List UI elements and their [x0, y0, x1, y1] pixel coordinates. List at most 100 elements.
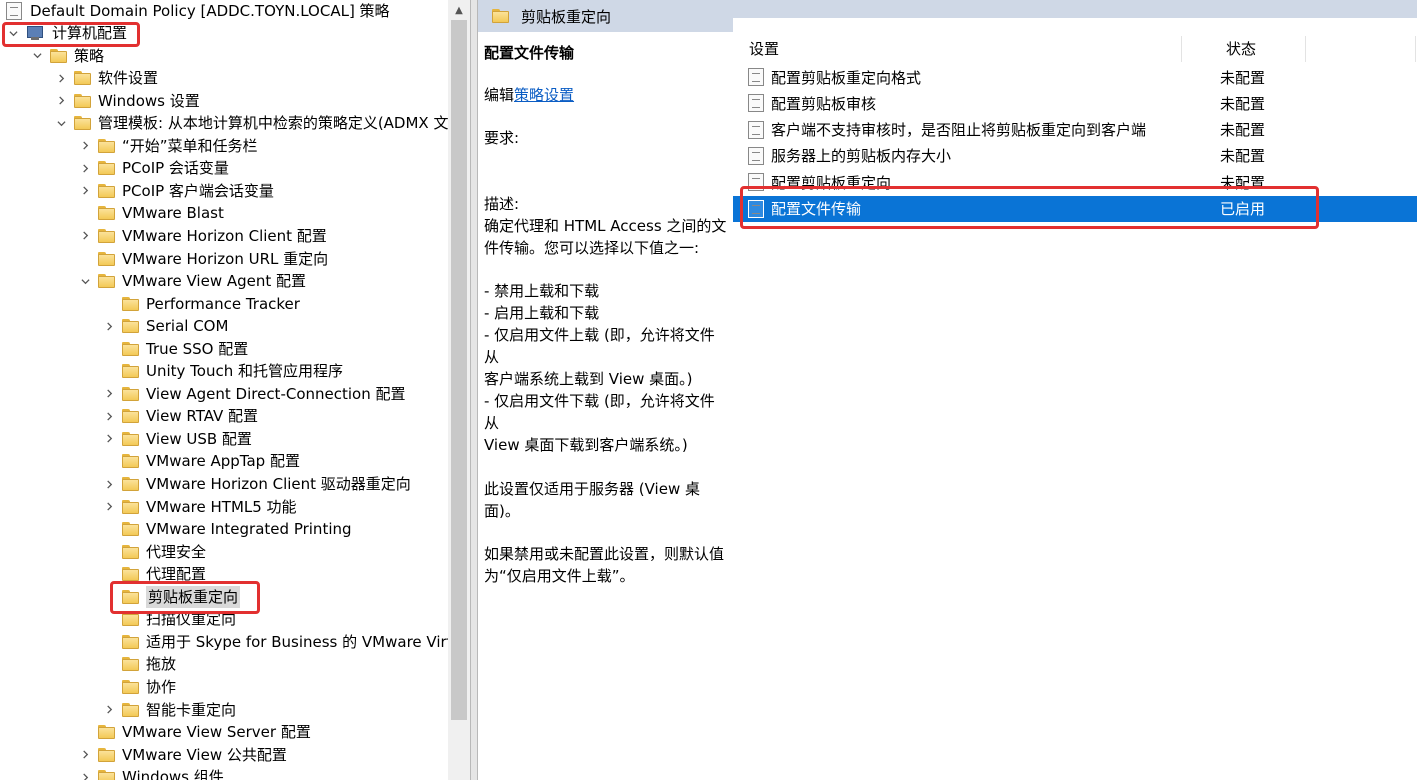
chevron-right-icon[interactable]: [102, 315, 116, 337]
description-line: [484, 456, 727, 477]
tree-item-label: View RTAV 配置: [146, 407, 259, 426]
tree-item[interactable]: Serial COM: [102, 315, 228, 337]
chevron-down-icon[interactable]: [54, 112, 68, 134]
col-state-header[interactable]: 状态: [1226, 38, 1256, 59]
description-line: [484, 259, 727, 280]
chevron-right-icon[interactable]: [102, 405, 116, 427]
tree-item[interactable]: VMware View Agent 配置: [78, 270, 306, 292]
tree-item[interactable]: 软件设置: [54, 67, 158, 89]
tree-item[interactable]: VMware HTML5 功能: [102, 496, 297, 518]
description-line: 为“仅启用文件上载”。: [484, 567, 635, 586]
highlight-clipboard-folder: [110, 581, 260, 614]
tree-item[interactable]: VMware Blast: [78, 202, 224, 224]
tree-item[interactable]: VMware Horizon Client 配置: [78, 225, 327, 247]
chevron-right-icon[interactable]: [102, 473, 116, 495]
folder-icon: [98, 274, 115, 289]
tree-item[interactable]: “开始”菜单和任务栏: [78, 135, 258, 157]
chevron-right-icon[interactable]: [78, 744, 92, 766]
scroll-up-arrow-icon[interactable]: ▲: [448, 0, 470, 20]
folder-icon: [74, 93, 91, 108]
chevron-down-icon[interactable]: [30, 45, 44, 67]
chevron-down-icon[interactable]: [78, 270, 92, 292]
chevron-right-icon[interactable]: [54, 90, 68, 112]
description-line: - 仅启用文件上载 (即，允许将文件从: [484, 326, 715, 367]
tree-item[interactable]: Unity Touch 和托管应用程序: [102, 360, 343, 382]
tree-item-label: 适用于 Skype for Business 的 VMware Virtuali…: [146, 632, 448, 651]
policy-settings-link[interactable]: 策略设置: [514, 86, 574, 104]
tree-item[interactable]: VMware Integrated Printing: [102, 518, 352, 540]
policy-title: 配置文件传输: [484, 44, 575, 62]
setting-state: 未配置: [1220, 147, 1266, 166]
folder-icon: [122, 612, 139, 627]
tree-item[interactable]: 管理模板: 从本地计算机中检索的策略定义(ADMX 文件: [54, 112, 448, 134]
tree-item-label: VMware Blast: [122, 204, 224, 223]
tree-scrollbar[interactable]: ▲: [448, 0, 470, 780]
tree-item[interactable]: PCoIP 会话变量: [78, 157, 229, 179]
tree-item[interactable]: View USB 配置: [102, 428, 252, 450]
settings-list: 设置 状态 配置剪贴板重定向格式 未配置 配置剪贴板审核 未配置 客户端不支持审核时，是…: [733, 18, 1417, 780]
tree-item[interactable]: 适用于 Skype for Business 的 VMware Virtuali…: [102, 631, 448, 653]
setting-row[interactable]: 配置剪贴板重定向格式 未配置: [733, 64, 1417, 90]
description-line: View 桌面下载到客户端系统。): [484, 436, 688, 455]
tree-item-label: 代理安全: [146, 542, 207, 561]
tree-item-label: View Agent Direct-Connection 配置: [146, 384, 406, 403]
tree-item[interactable]: 智能卡重定向: [102, 699, 236, 721]
tree-item[interactable]: VMware AppTap 配置: [102, 450, 300, 472]
tree-root[interactable]: Default Domain Policy [ADDC.TOYN.LOCAL] …: [6, 0, 390, 22]
tree-item-label: VMware AppTap 配置: [146, 452, 300, 471]
description-label: 描述:: [484, 195, 520, 213]
tree-item[interactable]: VMware Horizon Client 驱动器重定向: [102, 473, 411, 495]
details-pane: 剪贴板重定向 配置文件传输 编辑策略设置 要求: 描述: 确定代理和 HTML …: [478, 0, 1417, 780]
requirements-label: 要求:: [484, 129, 520, 147]
edit-prefix: 编辑: [484, 86, 515, 104]
tree-item[interactable]: View RTAV 配置: [102, 405, 258, 427]
tree-item[interactable]: Windows 组件: [78, 766, 224, 780]
tree-item-label: PCoIP 会话变量: [122, 159, 229, 178]
scroll-thumb[interactable]: [451, 20, 467, 720]
policy-setting-icon: [748, 94, 764, 113]
description-line: 此设置仅适用于服务器 (View 桌面)。: [484, 479, 700, 520]
chevron-right-icon[interactable]: [78, 157, 92, 179]
folder-icon: [122, 702, 139, 717]
chevron-right-icon[interactable]: [78, 135, 92, 157]
setting-row[interactable]: 客户端不支持审核时，是否阻止将剪贴板重定向到客户端 未配置: [733, 117, 1417, 143]
chevron-right-icon[interactable]: [54, 67, 68, 89]
tree-item[interactable]: 代理安全: [102, 541, 206, 563]
tree-item[interactable]: 策略: [30, 45, 104, 67]
tree-item[interactable]: Performance Tracker: [102, 293, 300, 315]
tree-item[interactable]: VMware View Server 配置: [78, 721, 311, 743]
folder-icon: [492, 9, 509, 23]
tree-item[interactable]: 协作: [102, 676, 176, 698]
tree-item[interactable]: VMware Horizon URL 重定向: [78, 248, 328, 270]
folder-icon: [122, 477, 139, 491]
chevron-right-icon[interactable]: [78, 225, 92, 247]
chevron-right-icon[interactable]: [102, 428, 116, 450]
description-line: [484, 522, 727, 543]
setting-state: 未配置: [1220, 121, 1266, 140]
chevron-right-icon[interactable]: [78, 766, 92, 780]
tree-item[interactable]: 拖放: [102, 653, 176, 675]
list-header: 设置 状态: [733, 36, 1417, 62]
chevron-right-icon[interactable]: [78, 180, 92, 202]
tree-item-label: VMware HTML5 功能: [146, 497, 297, 516]
col-setting-header[interactable]: 设置: [749, 38, 779, 59]
chevron-right-icon[interactable]: [102, 699, 116, 721]
chevron-right-icon[interactable]: [102, 496, 116, 518]
tree-item[interactable]: Windows 设置: [54, 90, 200, 112]
chevron-right-icon[interactable]: [102, 383, 116, 405]
tree-item[interactable]: PCoIP 客户端会话变量: [78, 180, 274, 202]
pane-splitter[interactable]: [470, 0, 478, 780]
tree-item[interactable]: True SSO 配置: [102, 338, 248, 360]
setting-row[interactable]: 服务器上的剪贴板内存大小 未配置: [733, 143, 1417, 169]
folder-icon: [122, 679, 139, 694]
tree-item[interactable]: VMware View 公共配置: [78, 744, 287, 766]
tree-item-label: 软件设置: [98, 69, 159, 88]
setting-name: 服务器上的剪贴板内存大小: [771, 147, 952, 166]
description-line: - 仅启用文件下载 (即，允许将文件从: [484, 392, 715, 433]
tree-item[interactable]: View Agent Direct-Connection 配置: [102, 383, 406, 405]
setting-row[interactable]: 配置剪贴板审核 未配置: [733, 90, 1417, 116]
